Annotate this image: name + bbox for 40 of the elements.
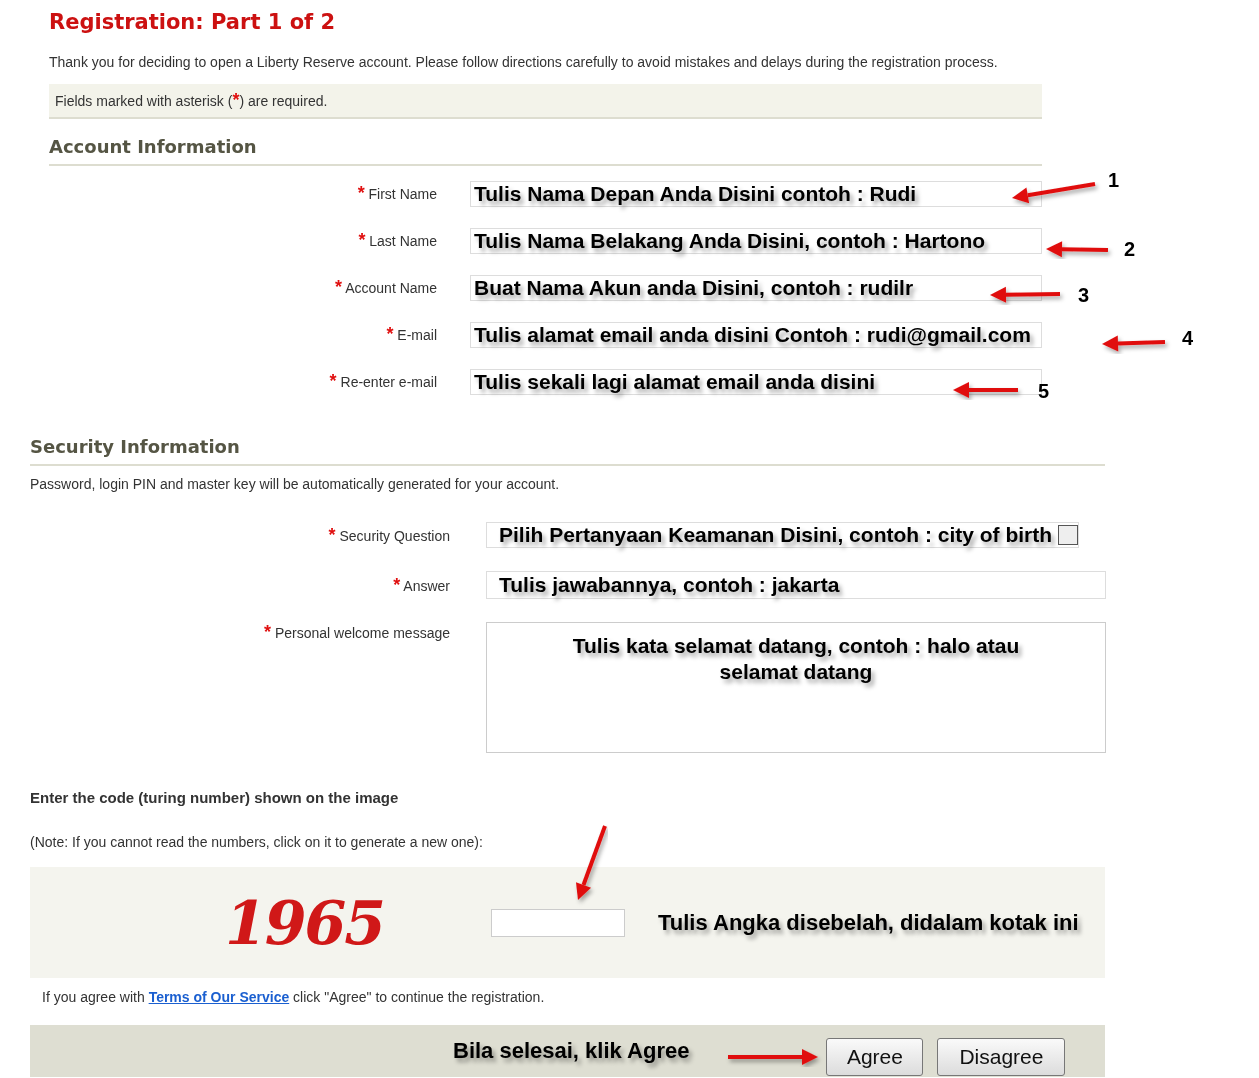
field-label: * Personal welcome message bbox=[263, 622, 450, 643]
arrow bbox=[1102, 335, 1166, 352]
input-field[interactable]: Tulis Nama Belakang Anda Disini, contoh : Hartono bbox=[470, 227, 1042, 254]
intro-text: Thank you for deciding to open a Liberty Reserve account. Please follow directions carefully to avoid mistakes and delays during the registration process. bbox=[49, 53, 999, 71]
annotation-text: Tulis Angka disebelah, didalam kotak ini bbox=[658, 909, 1079, 936]
field-label: * Re-enter e-mail bbox=[328, 371, 437, 392]
note-text: (Note: If you cannot read the numbers, click on it to generate a new one): bbox=[30, 834, 484, 850]
input-field[interactable]: Tulis jawabannya, contoh : jakarta bbox=[486, 571, 1106, 599]
text-area[interactable]: Tulis kata selamat datang, contoh : halo atau selamat datang bbox=[486, 622, 1106, 753]
callout-number: 3 bbox=[1078, 284, 1090, 306]
section-heading: Account Information bbox=[49, 135, 1042, 166]
info-text: Password, login PIN and master key will be automatically generated for your account. bbox=[30, 476, 561, 492]
field-label: * First Name bbox=[356, 183, 437, 204]
input-field[interactable]: Buat Nama Akun anda Disini, contoh : rudilr bbox=[470, 274, 1042, 301]
input-field[interactable]: Tulis alamat email anda disini Contoh : rudi@gmail.com bbox=[470, 321, 1042, 348]
dropdown[interactable]: Pilih Pertanyaan Keamanan Disini, contoh : city of birth bbox=[486, 522, 1080, 548]
field-label: * Account Name bbox=[334, 277, 437, 298]
dropdown-button[interactable] bbox=[1058, 525, 1079, 545]
field-label: * Answer bbox=[392, 574, 450, 596]
captcha-heading: Enter the code (turing number) shown on the image bbox=[30, 789, 400, 806]
disagree-button[interactable]: Disagree bbox=[937, 1038, 1066, 1076]
page-title: Registration: Part 1 of 2 bbox=[49, 9, 337, 35]
field-label: * Security Question bbox=[327, 524, 450, 546]
callout-number: 1 bbox=[1108, 169, 1120, 191]
terms-link[interactable]: Terms of Our Service bbox=[148, 989, 290, 1005]
terms-text: If you agree with Terms of Our Service click "Agree" to continue the registration. bbox=[42, 989, 546, 1005]
captcha-field[interactable] bbox=[491, 908, 625, 937]
agree-button[interactable]: Agree bbox=[826, 1038, 924, 1076]
captcha-image[interactable]: 1965 bbox=[225, 887, 450, 958]
arrow bbox=[953, 382, 1018, 398]
section-heading: Security Information bbox=[30, 435, 1105, 466]
input-field[interactable]: Tulis Nama Depan Anda Disini contoh : Rudi bbox=[470, 180, 1042, 207]
required-note-text: Fields marked with asterisk (*) are required. bbox=[55, 90, 328, 111]
annotation-text: Bila selesai, klik Agree bbox=[453, 1038, 690, 1064]
field-label: * Last Name bbox=[357, 230, 437, 251]
callout-number: 2 bbox=[1124, 238, 1136, 260]
field-label: * E-mail bbox=[385, 324, 437, 345]
callout-number: 4 bbox=[1182, 327, 1194, 349]
arrow bbox=[990, 286, 1061, 303]
arrow bbox=[1046, 241, 1109, 258]
